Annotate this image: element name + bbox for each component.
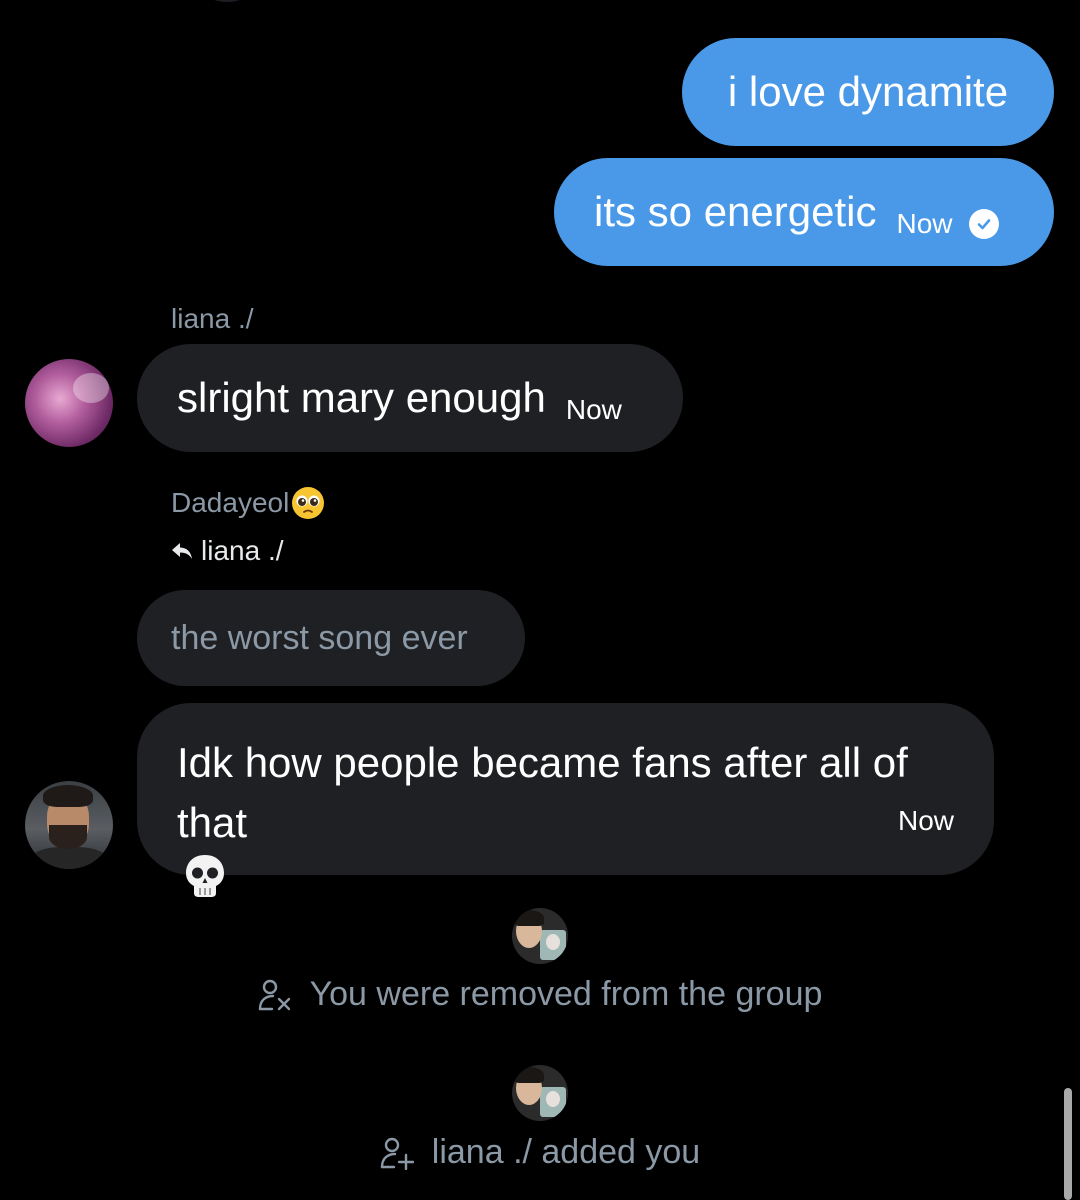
quoted-message[interactable]: the worst song ever	[137, 590, 525, 686]
message-time: Now	[897, 805, 954, 836]
top-avatar-partial	[190, 0, 264, 2]
quoted-text: the worst song ever	[171, 618, 468, 657]
system-event: You were removed from the group	[0, 975, 1080, 1014]
scrollbar[interactable]	[1064, 1088, 1072, 1200]
system-event: liana ./ added you	[0, 1133, 1080, 1172]
sender-name: Dadayeol	[171, 487, 290, 518]
message-text: its so energetic	[594, 188, 877, 235]
person-remove-icon	[258, 979, 290, 1010]
sender-name-row: Dadayeol	[171, 486, 325, 520]
reply-to-name: liana ./	[201, 535, 284, 566]
outgoing-message-bubble[interactable]: i love dynamite	[682, 38, 1054, 146]
event-avatar[interactable]	[512, 1065, 568, 1121]
incoming-message-bubble[interactable]: Idk how people became fans after all of …	[137, 703, 994, 897]
event-avatar[interactable]	[512, 908, 568, 964]
message-text: slright mary enough	[177, 374, 546, 421]
reply-arrow-icon	[172, 543, 192, 559]
message-time: Now	[896, 208, 953, 239]
message-time: Now	[565, 394, 622, 425]
system-event-text: You were removed from the group	[309, 975, 823, 1013]
message-text: Idk how people became fans after all of …	[177, 739, 908, 846]
pleading-face-icon	[292, 487, 325, 519]
avatar[interactable]	[25, 359, 113, 447]
message-text: i love dynamite	[727, 68, 1009, 115]
outgoing-message-bubble[interactable]: its so energetic Now	[554, 158, 1054, 266]
sender-name: liana ./	[171, 303, 254, 334]
avatar[interactable]	[25, 781, 113, 869]
seen-check-icon	[968, 209, 999, 239]
person-add-icon	[380, 1137, 414, 1170]
reply-context[interactable]: liana ./	[171, 535, 284, 567]
skull-icon	[186, 855, 224, 897]
system-event-text: liana ./ added you	[431, 1133, 701, 1171]
message-meta: Now	[896, 208, 999, 240]
incoming-message-bubble[interactable]: slright mary enough Now	[137, 344, 683, 452]
